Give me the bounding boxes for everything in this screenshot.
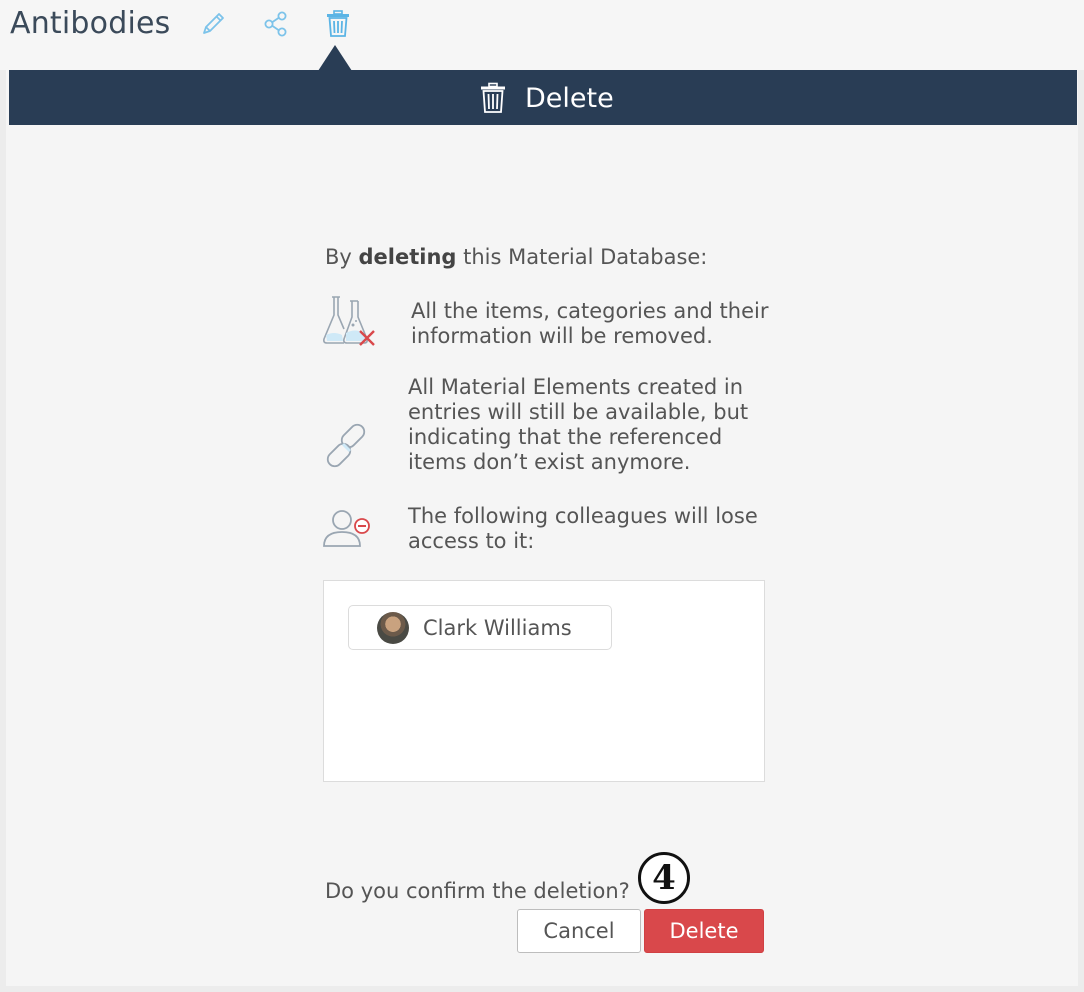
page-frame: [0, 0, 1084, 992]
user-remove-icon: [322, 508, 374, 550]
items-removed-text: All the items, categories and their info…: [411, 299, 769, 348]
trash-icon[interactable]: [323, 9, 353, 39]
page-title: Antibodies: [10, 6, 171, 41]
trash-icon: [481, 82, 505, 113]
active-tab-caret: [318, 45, 352, 71]
colleague-name: Clark Williams: [423, 615, 572, 640]
share-icon[interactable]: [262, 9, 292, 39]
flasks-remove-icon: [322, 295, 378, 347]
intro-bold: deleting: [358, 245, 457, 269]
colleagues-list: Clark Williams: [323, 580, 765, 782]
delete-header: Delete: [9, 70, 1077, 125]
colleague-chip[interactable]: Clark Williams: [348, 605, 612, 650]
pencil-icon[interactable]: [198, 9, 228, 39]
header-title: Delete: [525, 82, 614, 114]
delete-button[interactable]: Delete: [644, 909, 764, 953]
intro-text: By deleting this Material Database:: [325, 245, 708, 269]
material-elements-text: All Material Elements created in entries…: [408, 375, 749, 474]
title-bar: Antibodies: [0, 0, 1084, 71]
cancel-button[interactable]: Cancel: [517, 909, 641, 953]
step-badge: 4: [638, 852, 690, 904]
avatar: [377, 611, 409, 644]
confirm-question: Do you confirm the deletion?: [325, 879, 630, 903]
broken-link-icon: [322, 420, 372, 472]
colleagues-lose-access-text: The following colleagues will lose acces…: [408, 504, 758, 553]
